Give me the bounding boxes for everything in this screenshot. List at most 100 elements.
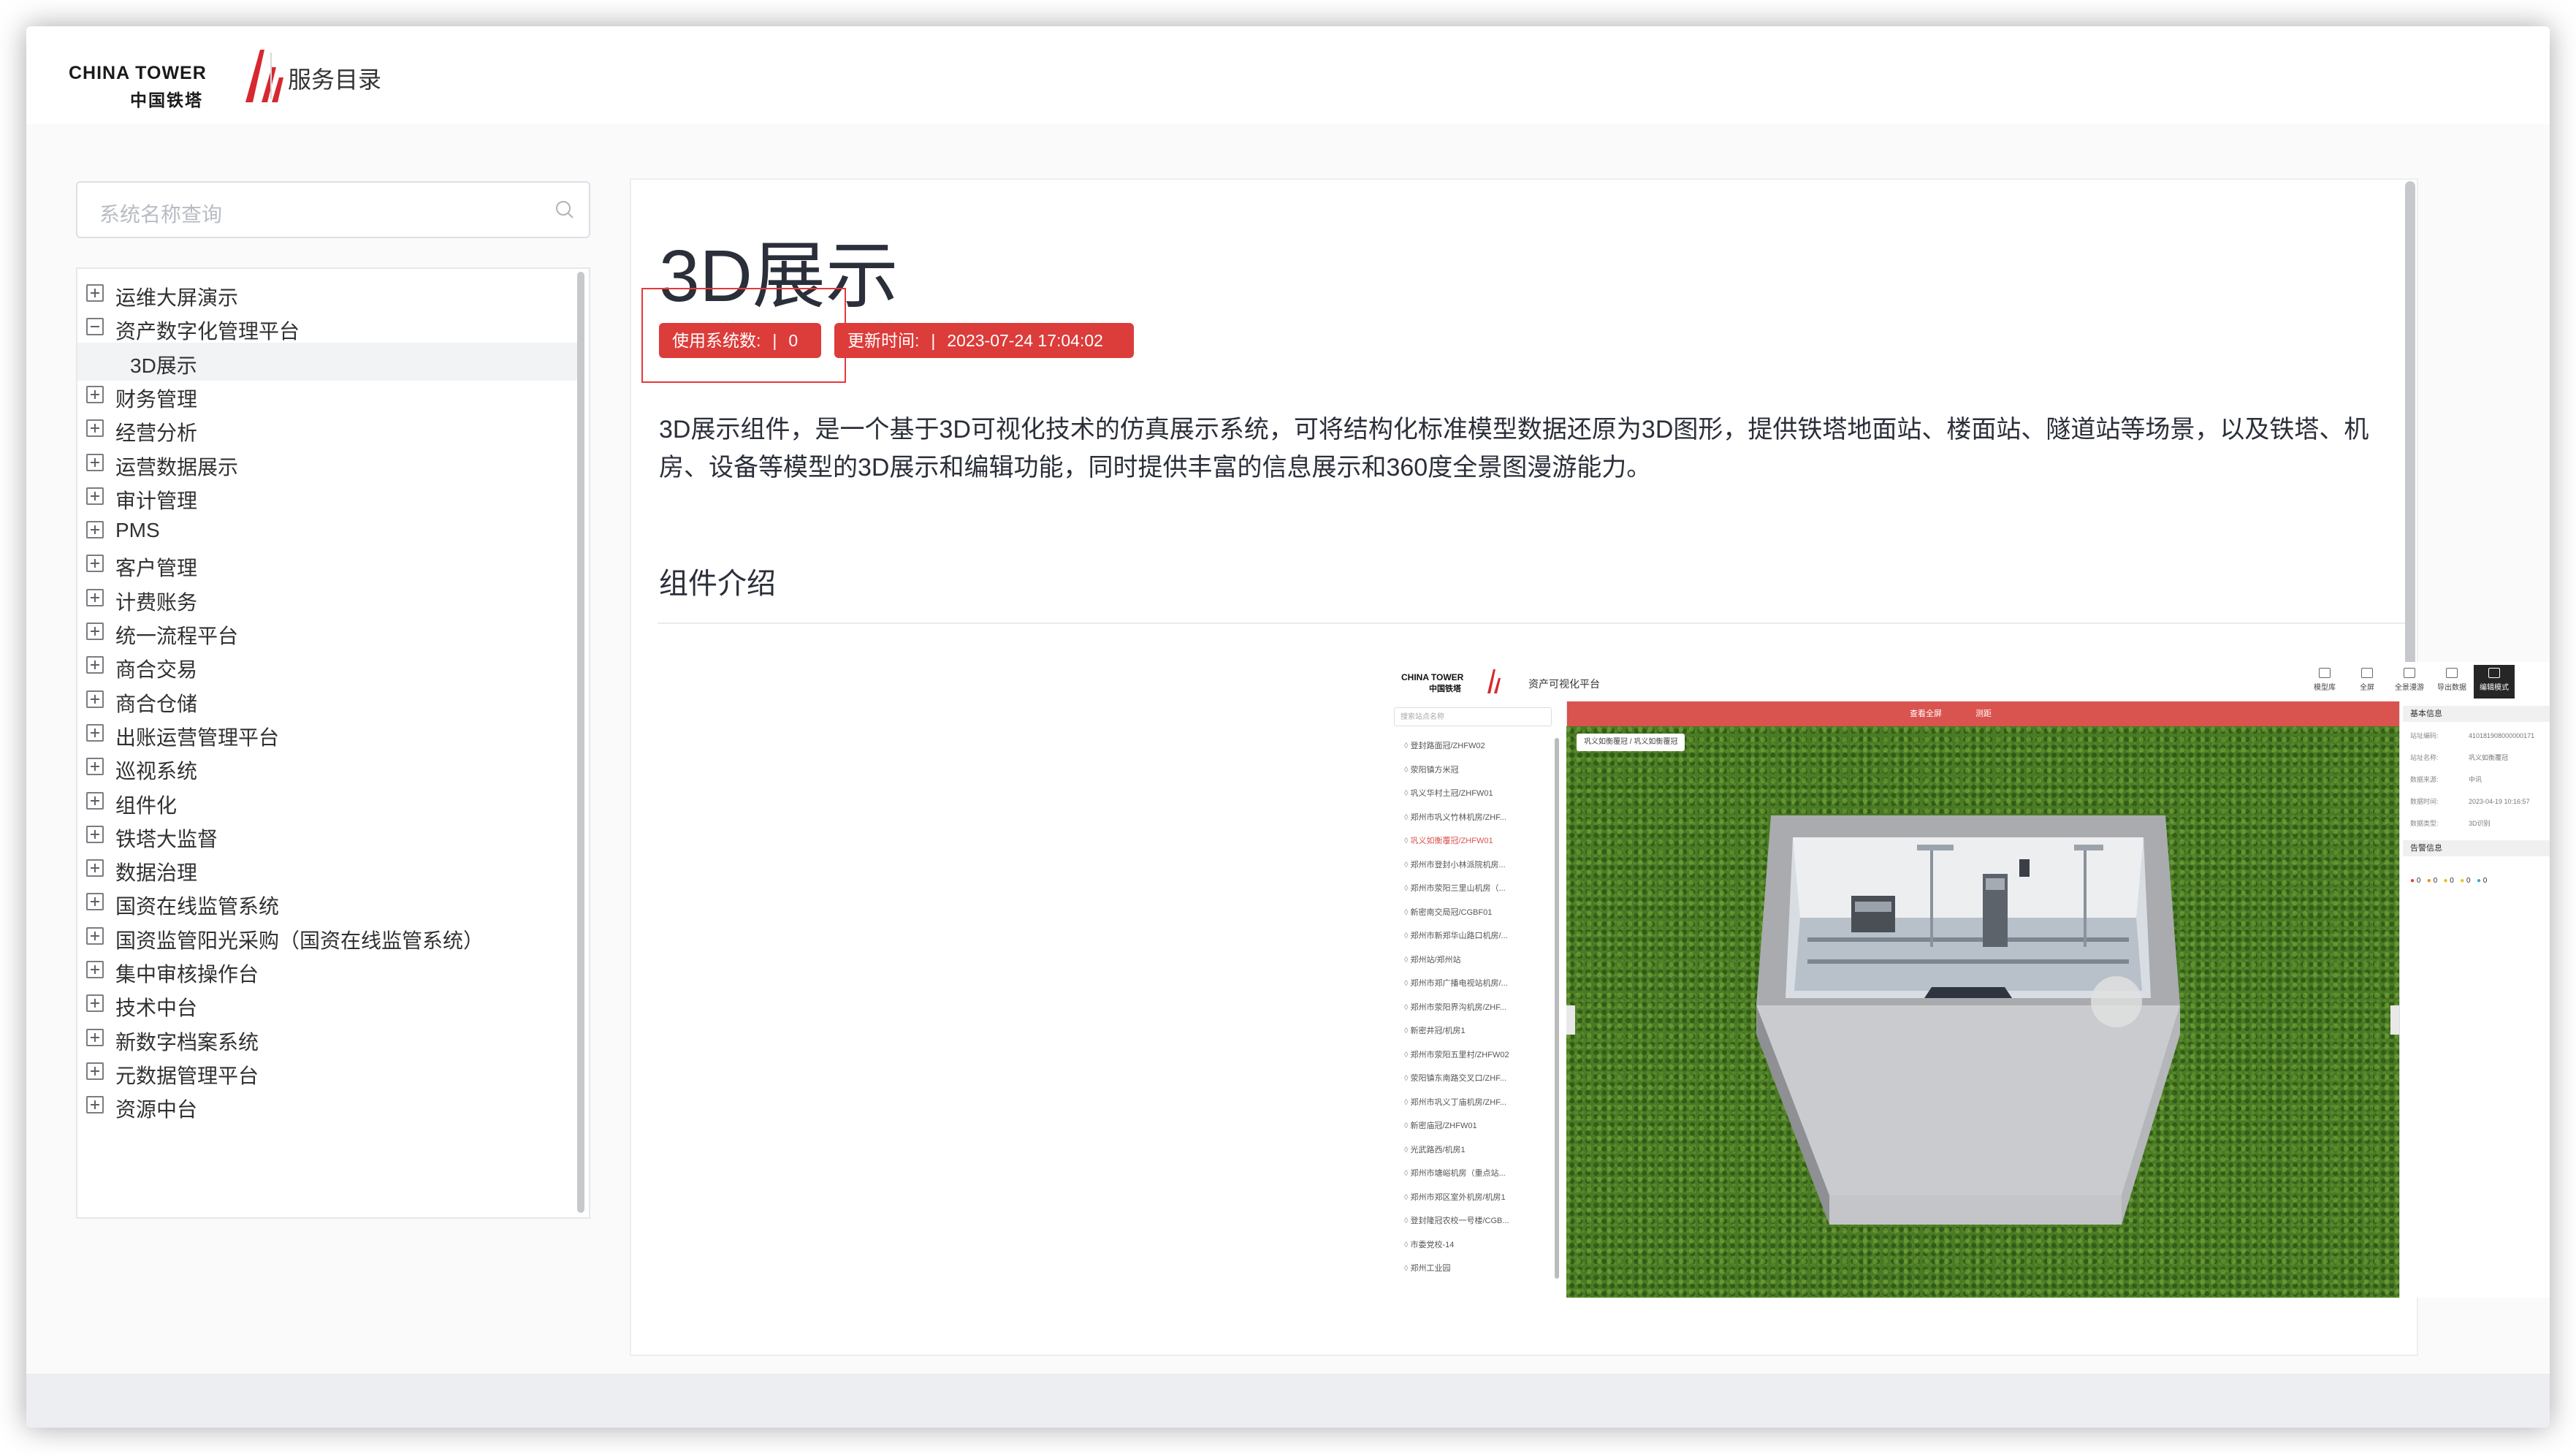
alarm-warning-icon: ● (2460, 877, 2465, 885)
tree-item[interactable]: 财务管理 (77, 376, 577, 414)
search-placeholder: 系统名称查询 (99, 203, 223, 226)
alarm-count: 0 (2433, 877, 2438, 885)
info-value: 2023-04-19 10:16:57 (2469, 798, 2530, 805)
info-key: 站址名称: (2410, 754, 2439, 761)
tree-item[interactable]: 运维大屏演示 (77, 275, 577, 313)
tree-item[interactable]: 统一流程平台 (77, 613, 577, 651)
expand-icon[interactable] (86, 1096, 104, 1114)
collapse-icon[interactable] (86, 318, 104, 336)
expand-icon[interactable] (86, 453, 104, 471)
screenshot-list-item: 郑州工业园 (1404, 1262, 1550, 1274)
screenshot-list-item: 新密南交局冠/CGBF01 (1404, 906, 1550, 918)
tree-item[interactable]: 巡视系统 (77, 748, 577, 786)
info-value: 410181908000000171 (2469, 732, 2535, 739)
panorama-tool: 全景漫游 (2389, 665, 2430, 699)
expand-icon[interactable] (86, 656, 104, 674)
tree-item[interactable]: 国资监管阳光采购（国资在线监管系统） (77, 918, 577, 956)
expand-icon (2361, 668, 2373, 678)
carousel-next-button[interactable] (2091, 976, 2142, 1027)
screenshot-search: 搜索站点名称 (1394, 707, 1552, 726)
screenshot-breadcrumb: 巩义如衡覆冠 / 巩义如衡覆冠 (1577, 734, 1685, 751)
expand-icon[interactable] (86, 758, 104, 776)
update-time-badge: 更新时间: | 2023-07-24 17:04:02 (834, 323, 1134, 358)
tree-item-label: 商合交易 (115, 658, 198, 682)
tree-item[interactable]: PMS (77, 511, 577, 549)
tree-item[interactable]: 客户管理 (77, 545, 577, 583)
tree-item[interactable]: 审计管理 (77, 478, 577, 516)
tree-item[interactable]: 资源中台 (77, 1086, 577, 1124)
tree-item[interactable]: 组件化 (77, 783, 577, 821)
tree-item[interactable]: 出账运营管理平台 (77, 715, 577, 753)
expand-icon[interactable] (86, 623, 104, 640)
tree-item-label: 资产数字化管理平台 (115, 320, 300, 343)
right-collapse-handle (2390, 1005, 2399, 1035)
info-row: 站址编码: 410181908000000171 (2410, 731, 2534, 740)
tree-item[interactable]: 技术中台 (77, 985, 577, 1023)
tree-item-label: 财务管理 (115, 387, 198, 411)
tool-label: 导出数据 (2437, 684, 2466, 692)
tree-child-item[interactable]: 3D展示 (77, 342, 577, 381)
expand-icon[interactable] (86, 1062, 104, 1080)
expand-icon[interactable] (86, 690, 104, 708)
expand-icon[interactable] (86, 555, 104, 573)
tree-item[interactable]: 经营分析 (77, 410, 577, 448)
expand-icon[interactable] (86, 487, 104, 505)
system-search-input[interactable]: 系统名称查询 (76, 181, 590, 238)
expand-icon[interactable] (86, 825, 104, 843)
page-header-title[interactable]: 服务目录 (288, 61, 381, 95)
expand-icon[interactable] (86, 521, 104, 539)
tree-item[interactable]: 商合仓储 (77, 681, 577, 719)
cube-icon (2319, 668, 2331, 678)
tool-label: 编辑模式 (2480, 684, 2509, 692)
screenshot-list-item: 郑州市新郑华山路口机房/... (1404, 929, 1550, 941)
screenshot-list-scrollbar (1555, 738, 1559, 1279)
alarm-count: 0 (2450, 877, 2454, 885)
tree-item[interactable]: 铁塔大监督 (77, 816, 577, 854)
screenshot-list-item: 登封隆冠农校一号楼/CGB... (1404, 1214, 1550, 1226)
tree-item[interactable]: 计费账务 (77, 579, 577, 617)
tree-item[interactable]: 运营数据展示 (77, 444, 577, 482)
search-icon[interactable] (554, 199, 576, 221)
expand-icon[interactable] (86, 419, 104, 438)
info-key: 站址编码: (2410, 732, 2439, 739)
tree-item[interactable]: 国资在线监管系统 (77, 883, 577, 921)
tree-scrollbar[interactable] (577, 272, 584, 1213)
screenshot-site-list: 搜索站点名称 登封路面冠/ZHFW02 荥阳镇方米冠巩义华村土冠/ZHFW01 郑州… (1391, 701, 1567, 1298)
alarm-count: 0 (2416, 877, 2421, 885)
expand-icon[interactable] (86, 994, 104, 1013)
update-time-label: 更新时间: (847, 331, 920, 350)
tree-item[interactable]: 集中审核操作台 (77, 951, 577, 989)
expand-icon[interactable] (86, 791, 104, 810)
expand-icon[interactable] (86, 588, 104, 606)
tree-item-label: 组件化 (115, 793, 178, 817)
tree-item[interactable]: 元数据管理平台 (77, 1053, 577, 1091)
tree-item[interactable]: 数据治理 (77, 850, 577, 888)
expand-icon[interactable] (86, 961, 104, 978)
expand-icon[interactable] (86, 859, 104, 878)
screenshot-list-item: 郑州市巩义竹林机房/ZHF... (1404, 811, 1550, 823)
tree-item[interactable]: 商合交易 (77, 647, 577, 685)
screenshot-topbar: CHINA TOWER 中国铁塔 资产可视化平台 模型库 全屏 全景漫游 导出数… (1391, 662, 2550, 702)
tree-item-label: 铁塔大监督 (115, 827, 218, 850)
screenshot-logo-chinese: 中国铁塔 (1429, 685, 1461, 693)
expand-icon[interactable] (86, 1028, 104, 1046)
update-time-separator: | (931, 331, 936, 350)
tree-item[interactable]: 资产数字化管理平台 (77, 308, 577, 346)
screenshot-logo-english: CHINA TOWER (1401, 672, 1464, 682)
expand-icon[interactable] (86, 385, 104, 403)
expand-icon[interactable] (86, 723, 104, 742)
screenshot-title: 资产可视化平台 (1528, 678, 1600, 690)
screenshot-list-item: 巩义华村土冠/ZHFW01 (1404, 787, 1550, 799)
annotation-highlight-box (641, 288, 846, 383)
china-tower-logo[interactable]: CHINA TOWER 中国铁塔 (69, 45, 302, 111)
tree-item-label: 商合仓储 (115, 692, 198, 715)
tool-label: 模型库 (2314, 684, 2336, 692)
expand-icon[interactable] (86, 284, 104, 302)
expand-icon[interactable] (86, 926, 104, 945)
tree-item[interactable]: 新数字档案系统 (77, 1019, 577, 1057)
expand-icon[interactable] (86, 893, 104, 911)
info-key: 数据来源: (2410, 776, 2439, 783)
alarm-count: 0 (2466, 877, 2471, 885)
screenshot-list-item: 光武路西/机房1 (1404, 1143, 1550, 1155)
tree-item-label: 3D展示 (130, 354, 197, 377)
